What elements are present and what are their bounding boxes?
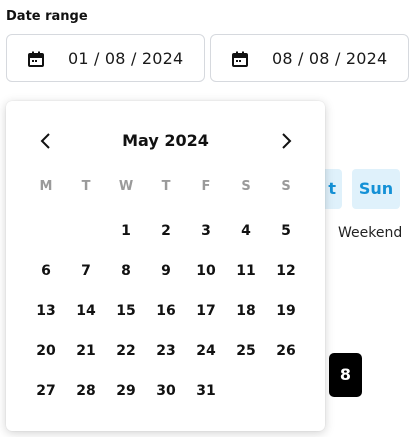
calendar-day[interactable]: 4 xyxy=(226,211,266,251)
calendar-day[interactable]: 26 xyxy=(266,331,306,371)
calendar-day[interactable]: 31 xyxy=(186,371,226,411)
calendar-day[interactable]: 12 xyxy=(266,251,306,291)
calendar-day[interactable]: 7 xyxy=(66,251,106,291)
calendar-day[interactable]: 16 xyxy=(146,291,186,331)
calendar-day[interactable]: 27 xyxy=(26,371,66,411)
calendar-day[interactable]: 19 xyxy=(266,291,306,331)
calendar-day[interactable]: 25 xyxy=(226,331,266,371)
calendar-popup: May 2024 M T W T F S S 1 2 3 4 5 6 7 8 9… xyxy=(6,101,325,431)
weekday-header: S xyxy=(281,179,291,194)
weekend-label: Weekend xyxy=(338,225,403,241)
calendar-day[interactable]: 2 xyxy=(146,211,186,251)
weekday-header: F xyxy=(201,179,211,194)
calendar-day[interactable]: 11 xyxy=(226,251,266,291)
calendar-icon xyxy=(232,51,248,67)
calendar-day[interactable]: 22 xyxy=(106,331,146,371)
sunday-chip[interactable]: Sun xyxy=(352,169,400,209)
end-date-field[interactable]: 08 / 08 / 2024 xyxy=(210,34,409,82)
calendar-day[interactable]: 30 xyxy=(146,371,186,411)
calendar-icon xyxy=(28,51,44,67)
start-date-value: 01 / 08 / 2024 xyxy=(68,49,184,68)
calendar-day[interactable]: 14 xyxy=(66,291,106,331)
weekday-header: W xyxy=(118,179,134,194)
calendar-day[interactable]: 24 xyxy=(186,331,226,371)
calendar-day[interactable]: 6 xyxy=(26,251,66,291)
weekday-header: T xyxy=(81,179,91,194)
calendar-day[interactable]: 21 xyxy=(66,331,106,371)
selected-value-box[interactable]: 8 xyxy=(329,353,362,397)
calendar-day[interactable]: 5 xyxy=(266,211,306,251)
calendar-day[interactable]: 17 xyxy=(186,291,226,331)
start-date-field[interactable]: 01 / 08 / 2024 xyxy=(6,34,205,82)
calendar-day[interactable]: 9 xyxy=(146,251,186,291)
calendar-day[interactable]: 29 xyxy=(106,371,146,411)
weekday-header: M xyxy=(39,179,53,194)
chevron-right-icon[interactable] xyxy=(276,131,296,151)
calendar-day[interactable]: 3 xyxy=(186,211,226,251)
calendar-day[interactable]: 13 xyxy=(26,291,66,331)
calendar-day[interactable]: 28 xyxy=(66,371,106,411)
calendar-day[interactable]: 8 xyxy=(106,251,146,291)
weekday-header: S xyxy=(241,179,251,194)
end-date-value: 08 / 08 / 2024 xyxy=(272,49,388,68)
weekday-header: T xyxy=(161,179,171,194)
date-range-label: Date range xyxy=(6,9,88,24)
calendar-day[interactable]: 10 xyxy=(186,251,226,291)
calendar-day[interactable]: 15 xyxy=(106,291,146,331)
calendar-day[interactable]: 23 xyxy=(146,331,186,371)
calendar-day[interactable]: 18 xyxy=(226,291,266,331)
calendar-day[interactable]: 20 xyxy=(26,331,66,371)
calendar-day[interactable]: 1 xyxy=(106,211,146,251)
